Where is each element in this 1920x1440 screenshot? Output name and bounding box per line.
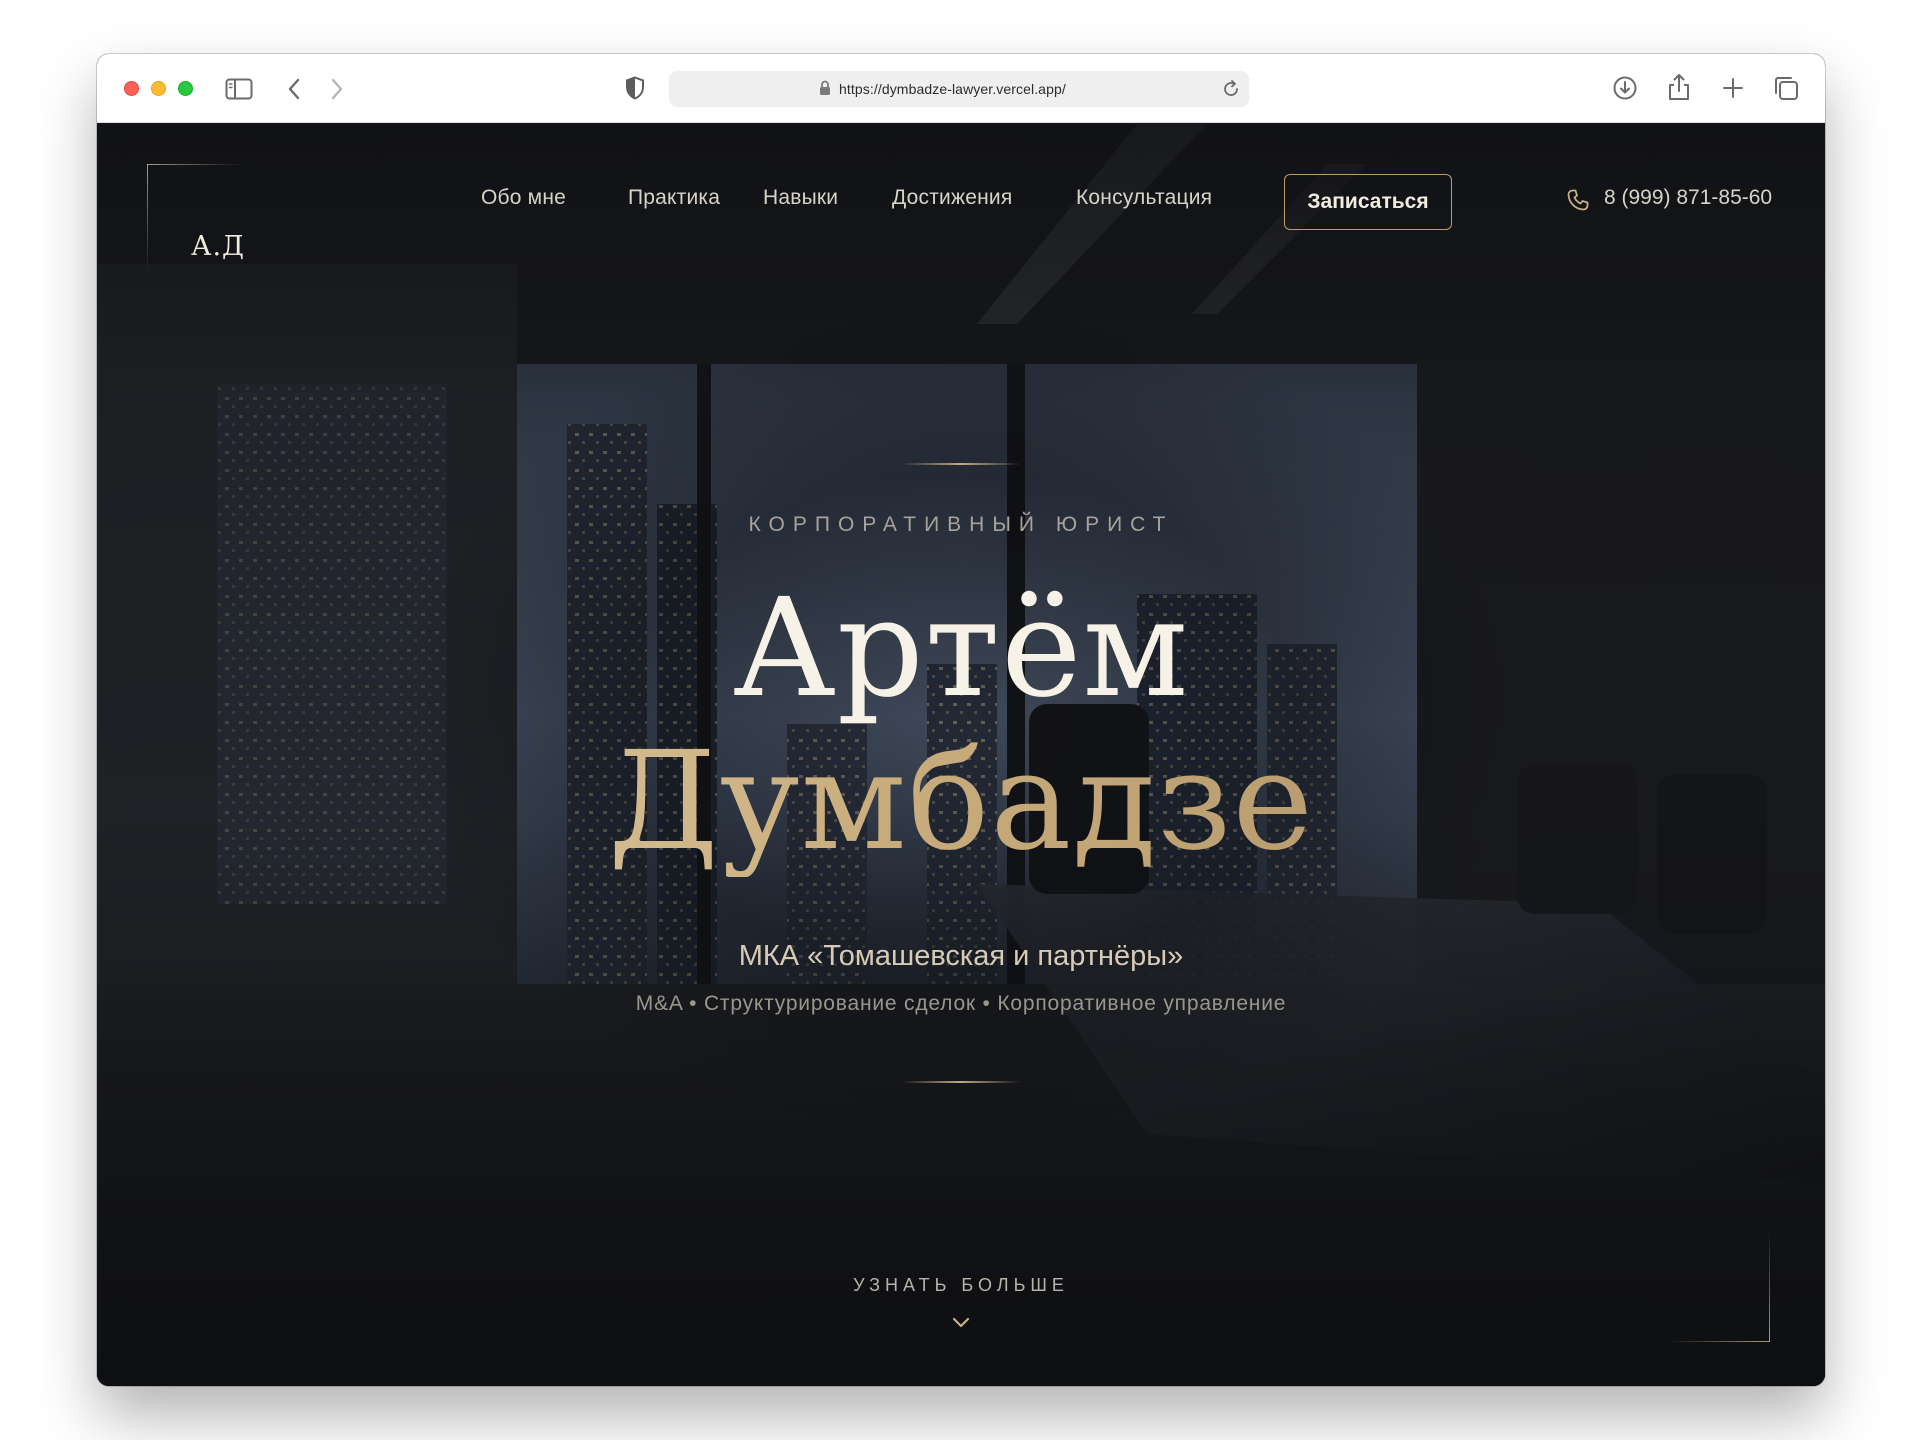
address-bar[interactable]: https://dymbadze-lawyer.vercel.app/ bbox=[669, 71, 1249, 107]
reload-icon[interactable] bbox=[1221, 79, 1241, 104]
shield-icon[interactable] bbox=[623, 74, 647, 102]
corner-frame-right bbox=[1769, 1229, 1770, 1341]
sidebar-icon[interactable] bbox=[224, 75, 254, 102]
nav-link-consultation[interactable]: Консультация bbox=[1076, 186, 1212, 210]
hero-specialties: M&A • Структурирование сделок • Корпорат… bbox=[635, 992, 1287, 1015]
page-viewport: А.Д Обо мне Практика Навыки Достижения К… bbox=[97, 124, 1825, 1386]
nav-link-skills[interactable]: Навыки bbox=[763, 186, 838, 210]
tabs-icon[interactable] bbox=[1772, 74, 1800, 102]
url-text: https://dymbadze-lawyer.vercel.app/ bbox=[839, 81, 1066, 97]
zoom-window-button[interactable] bbox=[178, 81, 193, 96]
browser-toolbar: https://dymbadze-lawyer.vercel.app/ bbox=[97, 54, 1825, 123]
minimize-window-button[interactable] bbox=[151, 81, 166, 96]
nav-link-practice[interactable]: Практика bbox=[628, 186, 720, 210]
phone-number-link[interactable]: 8 (999) 871-85-60 bbox=[1604, 186, 1772, 210]
hero-firm: МКА «Томашевская и партнёры» bbox=[738, 940, 1184, 972]
signup-button[interactable]: Записаться bbox=[1284, 174, 1452, 230]
corner-frame-bottom bbox=[1667, 1341, 1770, 1342]
hero-eyebrow: КОРПОРАТИВНЫЙ ЮРИСТ bbox=[748, 513, 1174, 536]
main-nav: Обо мне Практика Навыки Достижения Консу… bbox=[97, 174, 1825, 230]
share-icon[interactable] bbox=[1665, 72, 1693, 102]
phone-icon bbox=[1566, 188, 1590, 217]
lock-icon bbox=[819, 80, 831, 101]
hero-first-name: Артём bbox=[732, 570, 1190, 728]
hero-divider-top bbox=[901, 463, 1021, 465]
chevron-right-icon[interactable] bbox=[325, 75, 349, 102]
nav-link-about[interactable]: Обо мне bbox=[481, 186, 566, 210]
chevron-left-icon[interactable] bbox=[282, 75, 306, 102]
browser-window: https://dymbadze-lawyer.vercel.app/ А.Д … bbox=[97, 54, 1825, 1386]
hero-last-name: Думбадзе bbox=[97, 727, 1825, 877]
plus-icon[interactable] bbox=[1719, 74, 1747, 102]
logo-frame-top bbox=[147, 164, 242, 165]
site-logo[interactable]: А.Д bbox=[191, 231, 245, 262]
nav-link-achievements[interactable]: Достижения bbox=[892, 186, 1012, 210]
close-window-button[interactable] bbox=[124, 81, 139, 96]
hero-divider-bottom bbox=[901, 1081, 1021, 1083]
chevron-down-icon[interactable] bbox=[952, 1316, 970, 1334]
download-icon[interactable] bbox=[1611, 74, 1639, 102]
learn-more-link[interactable]: УЗНАТЬ БОЛЬШЕ bbox=[97, 1275, 1825, 1296]
